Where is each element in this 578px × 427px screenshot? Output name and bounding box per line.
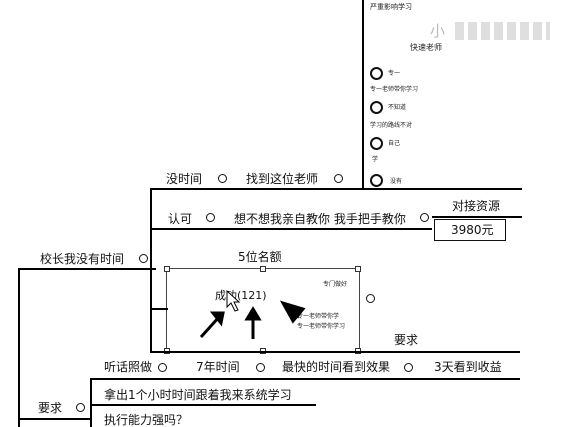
- node-execution[interactable]: 执行能力强吗？: [104, 413, 188, 427]
- right-item3-label: 自己: [388, 140, 401, 147]
- node-seven-years-toggle-icon[interactable]: [256, 363, 265, 372]
- image-node[interactable]: 专门做好 成功(121) 专一老师带你学 专一老师带你学习: [166, 268, 360, 353]
- node-take-hour[interactable]: 拿出1个小时时间跟着我来系统学习: [104, 388, 292, 402]
- branch-line-requirement-left: [20, 418, 90, 420]
- arrow-right-icon: [279, 300, 306, 324]
- node-find-teacher[interactable]: 找到这位老师: [246, 172, 318, 186]
- node-price: 3980元: [451, 223, 494, 237]
- node-price-box[interactable]: 3980元: [434, 219, 506, 241]
- node-listen[interactable]: 听话照做: [104, 360, 152, 374]
- node-no-time-toggle-icon[interactable]: [218, 174, 227, 183]
- node-three-days[interactable]: 3天看到收益: [434, 360, 502, 374]
- spine-vertical-bottom: [90, 378, 92, 427]
- node-listen-toggle-icon[interactable]: [158, 363, 167, 372]
- spine-vertical-lower: [150, 266, 152, 352]
- node-fastest[interactable]: 最快的时间看到效果: [282, 360, 390, 374]
- branch-line-take-hour: [90, 404, 316, 406]
- right-item2-sub: 学习的路线不对: [370, 122, 413, 129]
- node-requirement-left-toggle-icon[interactable]: [76, 403, 85, 412]
- image-node-toggle-icon[interactable]: [366, 294, 375, 303]
- node-find-teacher-toggle-icon[interactable]: [334, 174, 343, 183]
- node-principal-toggle-icon[interactable]: [139, 254, 148, 263]
- right-item1-bullet-icon[interactable]: [370, 67, 383, 80]
- arrow-left-icon: [199, 311, 225, 339]
- right-panel-blurred-title: 小: [430, 20, 446, 41]
- right-item4-label: 没有: [390, 178, 403, 185]
- node-connect-resource[interactable]: 对接资源: [452, 199, 500, 213]
- node-principal-no-time[interactable]: 校长我没有时间: [40, 252, 124, 266]
- resize-handle-tl[interactable]: [164, 266, 170, 272]
- blur-blocks: [455, 22, 550, 40]
- resize-handle-tr[interactable]: [355, 266, 361, 272]
- left-spine-join: [18, 268, 28, 270]
- node-fastest-toggle-icon[interactable]: [404, 363, 413, 372]
- right-panel-divider: [362, 0, 364, 190]
- right-item2-label: 不知道: [388, 104, 407, 111]
- spine-vertical-upper: [150, 188, 152, 266]
- right-item3-bullet-icon[interactable]: [370, 137, 383, 150]
- node-requirement[interactable]: 要求: [394, 333, 418, 347]
- image-connector: [150, 308, 168, 310]
- node-teach-sentence-toggle-icon[interactable]: [420, 213, 429, 222]
- right-item1-label: 专一: [388, 70, 401, 77]
- cursor-icon: [226, 289, 241, 312]
- branch-line-top-right: [362, 188, 522, 190]
- node-approve[interactable]: 认可: [168, 212, 192, 226]
- node-approve-toggle-icon[interactable]: [206, 213, 215, 222]
- right-item1-sub: 专一老师带你学习: [370, 86, 419, 93]
- node-no-time[interactable]: 没时间: [166, 172, 202, 186]
- branch-line-no-time: [150, 188, 362, 190]
- branch-line-resource: [432, 216, 522, 218]
- branch-line-listen: [90, 378, 520, 380]
- node-quota[interactable]: 5位名额: [238, 250, 282, 264]
- branch-line-requirement: [150, 351, 520, 353]
- right-panel-blurred-sub: 快速老师: [410, 43, 442, 52]
- resize-handle-tm[interactable]: [260, 266, 266, 272]
- branch-line-principal: [26, 268, 156, 270]
- branch-line-approve: [150, 228, 432, 230]
- node-requirement-left[interactable]: 要求: [38, 401, 62, 415]
- node-seven-years[interactable]: 7年时间: [196, 360, 240, 374]
- image-arrows: [199, 289, 306, 339]
- arrow-up-icon: [244, 306, 262, 339]
- left-vertical-spine: [18, 268, 20, 427]
- node-teach-sentence[interactable]: 想不想我亲自教你 我手把手教你: [234, 212, 406, 226]
- right-item2-bullet-icon[interactable]: [370, 101, 383, 114]
- right-item4-bullet-icon[interactable]: [370, 174, 383, 187]
- right-panel-top-label: 严重影响学习: [370, 3, 412, 11]
- right-panel-blurred-title-text: 小: [430, 22, 447, 40]
- right-item3-sub: 学: [372, 156, 379, 163]
